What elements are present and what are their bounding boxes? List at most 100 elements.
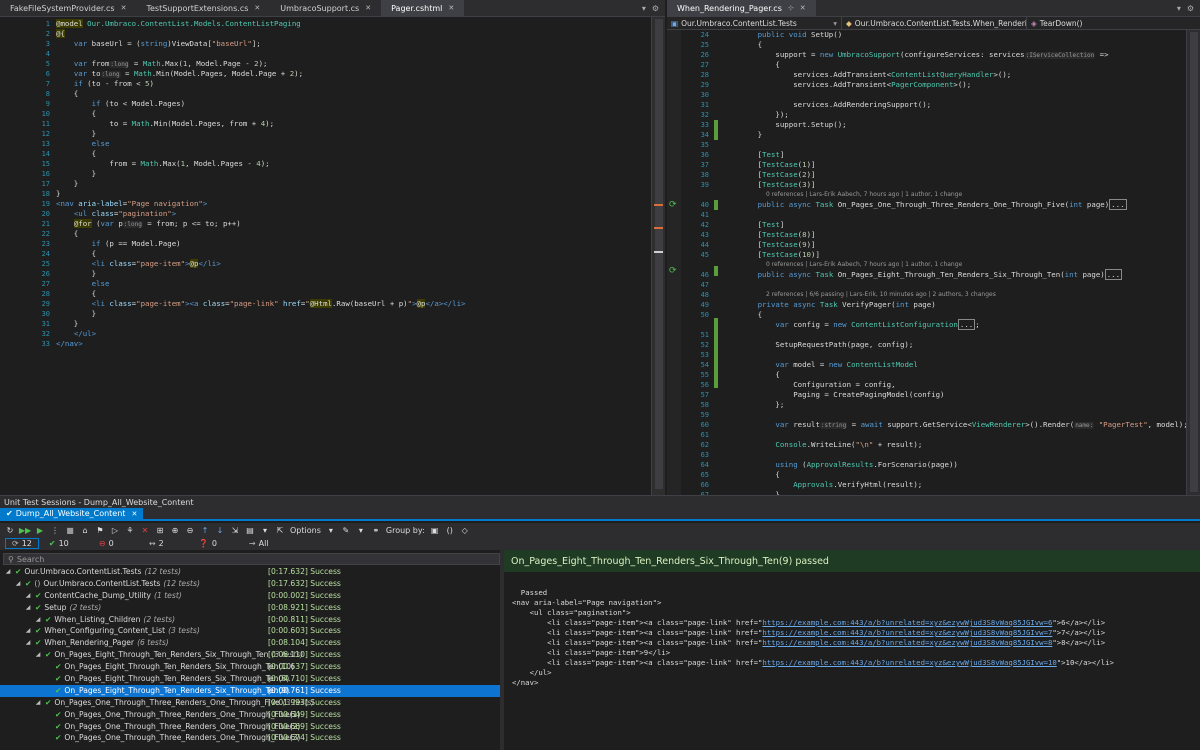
tab-fake-filesystem-provider[interactable]: FakeFileSystemProvider.cs ✕ xyxy=(0,0,136,16)
member-dropdown[interactable]: ◈ TearDown() xyxy=(1027,17,1200,29)
stop-icon[interactable]: ■ xyxy=(65,525,75,535)
test-node: ✔ On_Pages_One_Through_Three_Renders_One_… xyxy=(0,709,303,721)
tab-test-support-extensions[interactable]: TestSupportExtensions.cs ✕ xyxy=(136,0,270,16)
code-area[interactable]: public void SetUp() { support = new Umbr… xyxy=(722,30,1188,495)
remove-icon[interactable]: ✕ xyxy=(140,525,150,535)
expand-triangle-icon[interactable]: ◢ xyxy=(34,697,42,709)
project-icon[interactable]: ▣ xyxy=(430,525,440,535)
test-passed-icon[interactable]: ⟳ xyxy=(669,266,677,276)
class-icon[interactable]: ◇ xyxy=(460,525,470,535)
close-icon[interactable]: ✕ xyxy=(448,4,454,12)
tab-when-rendering-pager[interactable]: When_Rendering_Pager.cs ⊹ ✕ xyxy=(667,0,816,16)
test-tree-row[interactable]: ✔ On_Pages_One_Through_Three_Renders_One_… xyxy=(0,732,500,744)
scrollbar-thumb[interactable] xyxy=(655,19,663,489)
session-tab[interactable]: ✔ Dump_All_Website_Content ✕ xyxy=(0,508,144,519)
test-tree-row[interactable]: ◢ ✔ ContentCache_Dump_Utility (1 test) [0:00… xyxy=(0,590,500,602)
expand-triangle-icon[interactable]: ◢ xyxy=(24,625,32,637)
test-node: ◢ ✔ Our.Umbraco.ContentList.Tests (12 tests… xyxy=(0,566,181,578)
search-input[interactable]: ⚲ Search xyxy=(3,553,500,565)
test-node: ◢ ✔ When_Rendering_Pager (6 tests) xyxy=(0,637,169,649)
chevron-down-icon[interactable]: ▾ xyxy=(642,4,646,13)
build-icon[interactable]: ⌂ xyxy=(80,525,90,535)
chevron-down-icon[interactable]: ▾ xyxy=(356,525,366,535)
test-tree-row[interactable]: ◢ ✔ Setup (2 tests) [0:08.921] Success xyxy=(0,602,500,614)
close-icon[interactable]: ✕ xyxy=(254,4,260,12)
test-tree-row[interactable]: ✔ On_Pages_Eight_Through_Ten_Renders_Six_… xyxy=(0,661,500,673)
tab-pager-cshtml[interactable]: Pager.cshtml ✕ xyxy=(381,0,465,16)
filter-ignored[interactable]: ↭ 2 xyxy=(143,538,189,549)
test-tree-row[interactable]: ✔ On_Pages_One_Through_Three_Renders_One_… xyxy=(0,709,500,721)
namespace-icon[interactable]: () xyxy=(445,525,455,535)
expand-triangle-icon[interactable]: ◢ xyxy=(4,566,12,578)
left-code-editor[interactable]: 1 2 3 4 5 6 7 8 9 10 11 12 13 14 15 16 17 18 19 20 21 22 23 24 2… xyxy=(0,17,665,495)
test-passed-icon[interactable]: ⟳ xyxy=(669,200,677,210)
close-icon[interactable]: ✕ xyxy=(800,4,806,12)
arrow-up-icon[interactable]: ↑ xyxy=(200,525,210,535)
test-tree-row[interactable]: ✔ On_Pages_One_Through_Three_Renders_One_… xyxy=(0,721,500,733)
close-icon[interactable]: ✕ xyxy=(365,4,371,12)
project-dropdown[interactable]: ▣ Our.Umbraco.ContentList.Tests ▾ xyxy=(667,17,842,29)
continuous-testing-icon[interactable]: ⚘ xyxy=(125,525,135,535)
expand-triangle-icon[interactable]: ◢ xyxy=(14,578,22,590)
expand-triangle-icon[interactable]: ◢ xyxy=(34,614,42,626)
expand-triangle-icon[interactable]: ◢ xyxy=(24,602,32,614)
output-link[interactable]: https://example.com:443/a/b?unrelated=xy… xyxy=(762,638,1052,647)
import-icon[interactable]: ⇱ xyxy=(275,525,285,535)
chevron-down-icon[interactable]: ▾ xyxy=(326,525,336,535)
expand-triangle-icon[interactable]: ◢ xyxy=(34,649,42,661)
output-link[interactable]: https://example.com:443/a/b?unrelated=xy… xyxy=(762,618,1052,627)
close-icon[interactable]: ✕ xyxy=(131,510,137,518)
run-all-icon[interactable]: ▶▶ xyxy=(19,525,31,535)
coverage-icon[interactable]: ⚑ xyxy=(95,525,105,535)
line-number: 39 xyxy=(700,181,709,189)
filter-all[interactable]: → All xyxy=(243,538,275,549)
expand-triangle-icon[interactable]: ◢ xyxy=(24,637,32,649)
filter-total[interactable]: ⟳ 12 xyxy=(5,538,39,549)
output-text: ">6</a></li> xyxy=(1052,618,1106,627)
test-tree-row[interactable]: ◢ ✔ On_Pages_One_Through_Three_Renders_One… xyxy=(0,697,500,709)
check-icon: ✔ xyxy=(35,638,42,648)
scrollbar-thumb[interactable] xyxy=(1190,32,1198,492)
pin-icon[interactable]: ⊹ xyxy=(788,4,794,12)
right-code-editor[interactable]: ⟳ ⟳ 24 25 26 27 28 29 30 31 32 33 34 35 36 37 38 39 40 41… xyxy=(667,30,1200,495)
expand-icon[interactable]: ⊕ xyxy=(170,525,180,535)
settings-icon[interactable]: ⚙ xyxy=(652,4,659,13)
type-dropdown[interactable]: ◆ Our.Umbraco.ContentList.Tests.When_Rend… xyxy=(842,17,1027,29)
close-icon[interactable]: ✕ xyxy=(121,4,127,12)
test-tree-row[interactable]: ✔ On_Pages_Eight_Through_Ten_Renders_Six_… xyxy=(0,684,500,697)
test-duration: [0:00.811] Success xyxy=(268,614,341,624)
filter-failed[interactable]: ⊖ 0 xyxy=(93,538,139,549)
test-tree-row[interactable]: ◢ ✔ Our.Umbraco.ContentList.Tests (12 tests… xyxy=(0,566,500,578)
run-icon[interactable]: ▶ xyxy=(35,525,45,535)
expand-triangle-icon[interactable]: ◢ xyxy=(24,590,32,602)
codelens[interactable]: 2 references | 6/6 passing | Lars-Erik, … xyxy=(722,290,1188,300)
settings-icon[interactable]: ⚙ xyxy=(1187,4,1194,13)
run-unit-icon[interactable]: ▷ xyxy=(110,525,120,535)
output-link[interactable]: https://example.com:443/a/b?unrelated=xy… xyxy=(762,658,1056,667)
output-link[interactable]: https://example.com:443/a/b?unrelated=xy… xyxy=(762,628,1052,637)
filter-passed[interactable]: ✔ 10 xyxy=(43,538,89,549)
filter-unknown[interactable]: ❓ 0 xyxy=(193,538,239,549)
vertical-scrollbar[interactable] xyxy=(1186,30,1200,495)
options-menu[interactable]: Options xyxy=(290,526,321,535)
wrench-icon[interactable]: ✎ xyxy=(341,525,351,535)
chevron-down-icon[interactable]: ▾ xyxy=(1177,4,1181,13)
add-icon[interactable]: ⊞ xyxy=(155,525,165,535)
tab-umbraco-support[interactable]: UmbracoSupport.cs ✕ xyxy=(270,0,381,16)
vertical-scrollbar[interactable] xyxy=(651,17,665,495)
test-tree-row[interactable]: ◢ ✔ When_Configuring_Content_List (3 tests)… xyxy=(0,625,500,637)
test-tree-row[interactable]: ✔ On_Pages_Eight_Through_Ten_Renders_Six_… xyxy=(0,673,500,685)
codelens-spacer xyxy=(681,190,713,200)
test-tree-row[interactable]: ◢ ✔ When_Rendering_Pager (6 tests) [0:08.104… xyxy=(0,637,500,649)
collapse-icon[interactable]: ⊖ xyxy=(185,525,195,535)
refresh-icon[interactable]: ↻ xyxy=(5,525,15,535)
test-tree-row[interactable]: ◢ ✔() Our.Umbraco.ContentList.Tests (12 tes… xyxy=(0,578,500,590)
code-area[interactable]: @model Our.Umbraco.ContentList.Models.Co… xyxy=(56,17,465,349)
test-tree-row[interactable]: ◢ ✔ When_Listing_Children (2 tests) [0:00.81… xyxy=(0,614,500,626)
debug-icon[interactable]: ⋮ xyxy=(50,525,60,535)
arrow-down-icon[interactable]: ↓ xyxy=(215,525,225,535)
test-tree-row[interactable]: ◢ ✔ On_Pages_Eight_Through_Ten_Renders_Six… xyxy=(0,649,500,661)
layout-icon[interactable]: ▤ xyxy=(245,525,255,535)
chevron-down-icon[interactable]: ▾ xyxy=(260,525,270,535)
export-icon[interactable]: ⇲ xyxy=(230,525,240,535)
